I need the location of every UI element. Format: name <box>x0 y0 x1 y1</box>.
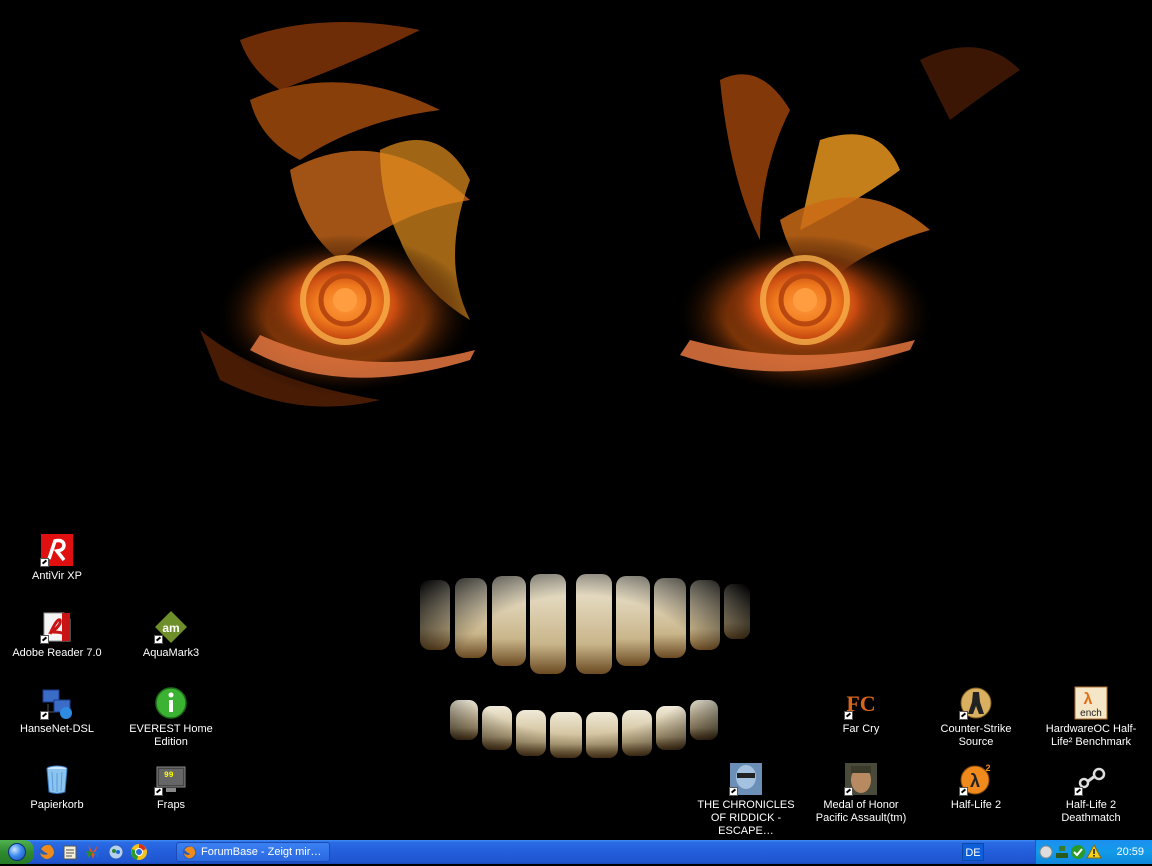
aquamark-icon: am <box>154 610 188 644</box>
desktop-icon-hl2-deathmatch[interactable]: Half-Life 2 Deathmatch <box>1036 762 1146 825</box>
shortcut-arrow-icon <box>40 558 49 567</box>
svg-text:2: 2 <box>985 763 990 773</box>
svg-text:λ: λ <box>970 771 980 791</box>
msn-icon[interactable] <box>84 843 102 861</box>
icon-label: Half-Life 2 Deathmatch <box>1061 799 1121 824</box>
shortcut-arrow-icon <box>729 787 738 796</box>
volume-icon[interactable] <box>1038 844 1054 860</box>
antivir-icon <box>40 533 74 567</box>
icon-label: Counter-Strike Source <box>940 723 1012 748</box>
desktop-icon-half-life-2[interactable]: λ2 Half-Life 2 <box>921 762 1031 812</box>
icon-label: HanseNet-DSL <box>20 723 94 735</box>
desktop-icon-hl2-benchmark[interactable]: λ ench HardwareOC Half-Life² Benchmark <box>1036 686 1146 749</box>
svg-text:am: am <box>162 621 179 635</box>
icon-label: THE CHRONICLES OF RIDDICK - ESCAPE… <box>697 799 795 837</box>
icon-label: EVEREST Home Edition <box>129 723 213 748</box>
shortcut-arrow-icon <box>40 635 49 644</box>
shortcut-arrow-icon <box>959 711 968 720</box>
riddick-icon <box>729 762 763 796</box>
desktop-icon-antivir[interactable]: AntiVir XP <box>2 533 112 583</box>
svg-text:λ: λ <box>1084 691 1093 708</box>
desktop: AntiVir XP Adobe Reader 7.0 am AquaMark3… <box>0 0 1152 840</box>
steam-icon <box>1074 762 1108 796</box>
hl2-bench-icon: λ ench <box>1074 686 1108 720</box>
desktop-icon-papierkorb[interactable]: Papierkorb <box>2 762 112 812</box>
firefox-icon[interactable] <box>38 843 56 861</box>
taskbar: ForumBase - Zeigt mir… DE 20:59 <box>0 840 1152 864</box>
antivir-tray-icon[interactable] <box>1070 844 1086 860</box>
messenger-icon[interactable] <box>107 843 125 861</box>
counter-strike-icon <box>959 686 993 720</box>
language-indicator[interactable]: DE <box>962 843 984 861</box>
windows-orb-icon <box>8 843 26 861</box>
chrome-like-icon[interactable] <box>130 843 148 861</box>
shortcut-arrow-icon <box>1074 787 1083 796</box>
shortcut-arrow-icon <box>40 711 49 720</box>
desktop-icon-medal-of-honor[interactable]: Medal of Honor Pacific Assault(tm) <box>806 762 916 825</box>
half-life-2-icon: λ2 <box>959 762 993 796</box>
desktop-icon-far-cry[interactable]: FC Far Cry <box>806 686 916 736</box>
icon-label: AquaMark3 <box>142 647 200 659</box>
icon-label: Fraps <box>156 799 186 811</box>
desktop-icon-hansenet[interactable]: HanseNet-DSL <box>2 686 112 736</box>
icon-label: Adobe Reader 7.0 <box>12 647 102 659</box>
svg-text:99: 99 <box>164 771 174 780</box>
notepad-icon[interactable] <box>61 843 79 861</box>
network-icon[interactable] <box>1054 844 1070 860</box>
security-warning-icon[interactable] <box>1086 844 1102 860</box>
desktop-icon-everest[interactable]: EVEREST Home Edition <box>116 686 226 749</box>
shortcut-arrow-icon <box>844 711 853 720</box>
icon-label: Far Cry <box>842 723 880 735</box>
icon-label: Papierkorb <box>30 799 84 811</box>
taskbar-button-label: ForumBase - Zeigt mir… <box>201 846 322 858</box>
icon-label: Medal of Honor Pacific Assault(tm) <box>815 799 907 824</box>
shortcut-arrow-icon <box>154 635 163 644</box>
icon-label: Half-Life 2 <box>950 799 1002 811</box>
shortcut-arrow-icon <box>844 787 853 796</box>
shortcut-arrow-icon <box>154 787 163 796</box>
start-button[interactable] <box>0 840 34 864</box>
desktop-icon-counter-strike[interactable]: Counter-Strike Source <box>921 686 1031 749</box>
everest-info-icon <box>154 686 188 720</box>
icon-label: HardwareOC Half-Life² Benchmark <box>1045 723 1137 748</box>
desktop-icon-fraps[interactable]: 99 Fraps <box>116 762 226 812</box>
desktop-icon-adobe-reader[interactable]: Adobe Reader 7.0 <box>2 610 112 660</box>
network-connection-icon <box>40 686 74 720</box>
svg-text:ench: ench <box>1080 708 1102 719</box>
taskbar-button-forumbase[interactable]: ForumBase - Zeigt mir… <box>176 842 330 862</box>
firefox-icon <box>182 845 197 860</box>
recycle-bin-icon <box>40 762 74 796</box>
far-cry-icon: FC <box>844 686 878 720</box>
adobe-reader-icon <box>40 610 74 644</box>
medal-of-honor-icon <box>844 762 878 796</box>
system-tray: 20:59 <box>1035 840 1152 864</box>
shortcut-arrow-icon <box>959 787 968 796</box>
fraps-icon: 99 <box>154 762 188 796</box>
desktop-icon-aquamark[interactable]: am AquaMark3 <box>116 610 226 660</box>
desktop-icon-riddick[interactable]: THE CHRONICLES OF RIDDICK - ESCAPE… <box>691 762 801 838</box>
icon-label: AntiVir XP <box>32 570 82 582</box>
clock[interactable]: 20:59 <box>1116 840 1144 864</box>
